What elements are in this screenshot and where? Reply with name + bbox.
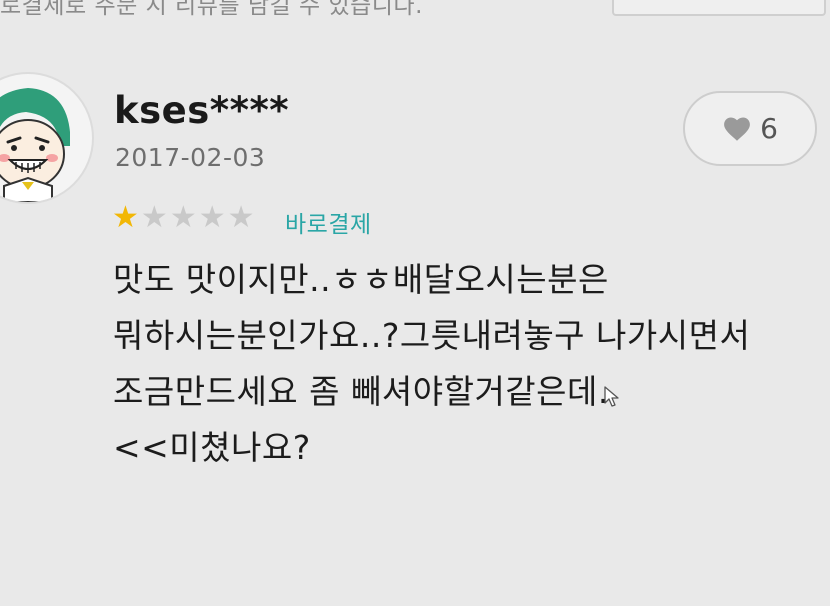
star-rating: ★ ★ ★ ★ ★: [112, 203, 255, 233]
review-line: 맛도 맛이지만..ㅎㅎ배달오시는분은: [113, 260, 609, 299]
reviewer-username: kses****: [114, 89, 290, 132]
order-type-badge: 바로결제: [285, 212, 372, 238]
review-line: 뭐하시는분인가요..?그릇내려놓구 나가시면서: [113, 316, 751, 355]
review-date: 2017-02-03: [115, 143, 266, 172]
star-empty-icon: ★: [198, 200, 226, 235]
character-avatar-icon: [0, 88, 70, 202]
top-notice-text: 로결제로 주문 시 리뷰를 남길 수 있습니다.: [0, 0, 423, 19]
avatar: [0, 72, 94, 204]
star-filled-icon: ★: [112, 200, 139, 235]
star-empty-icon: ★: [169, 200, 197, 235]
like-button[interactable]: 6: [683, 91, 817, 166]
heart-icon: [724, 117, 750, 141]
star-empty-icon: ★: [227, 200, 255, 235]
review-line: <<미쳤나요?: [113, 428, 311, 467]
mouse-cursor-icon: [604, 386, 620, 412]
like-count: 6: [760, 112, 778, 145]
top-right-box[interactable]: [612, 0, 826, 16]
review-body: 맛도 맛이지만..ㅎㅎ배달오시는분은 뭐하시는분인가요..?그릇내려놓구 나가시…: [113, 252, 825, 476]
star-empty-icon: ★: [140, 200, 168, 235]
review-line: 조금만드세요 좀 빼셔야할거같은데.: [113, 372, 609, 411]
